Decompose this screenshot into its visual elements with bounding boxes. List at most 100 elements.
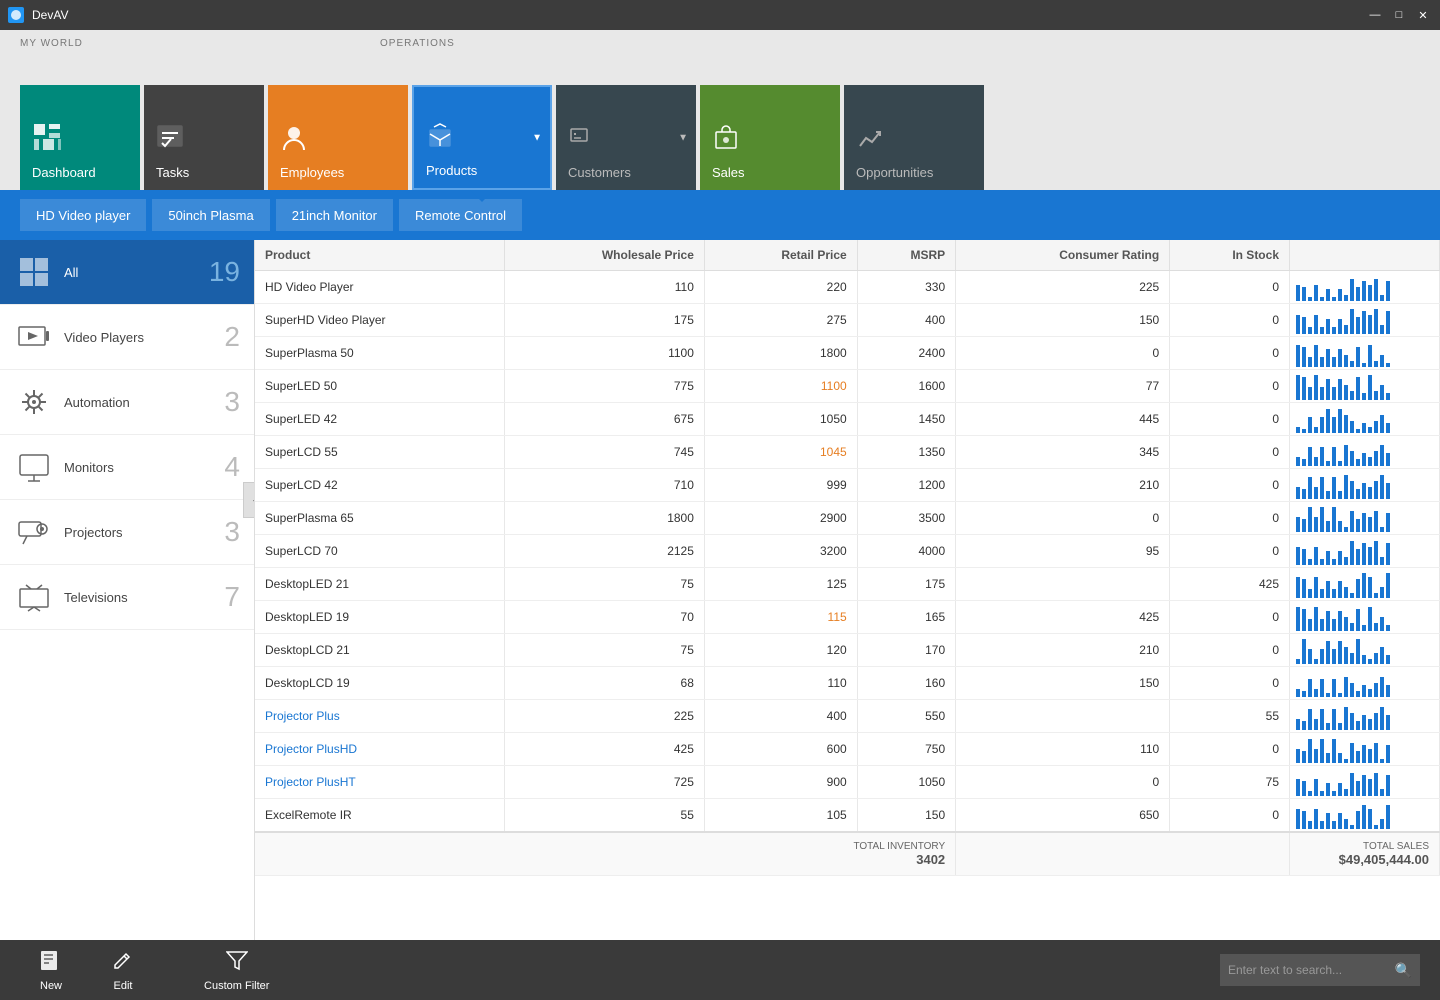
msrp-cell: 150 xyxy=(857,799,955,833)
product-cell: HD Video Player xyxy=(255,271,504,304)
automation-icon xyxy=(16,384,52,420)
sparkline-cell xyxy=(1290,502,1440,535)
sidebar-item-monitors[interactable]: Monitors 4 xyxy=(0,435,254,500)
col-retail[interactable]: Retail Price xyxy=(704,240,857,271)
retail-cell: 1050 xyxy=(704,403,857,436)
sales-label: TOTAL SALES xyxy=(1300,841,1429,852)
instock-cell: 75 xyxy=(1170,766,1290,799)
product-cell[interactable]: Projector PlusHD xyxy=(255,733,504,766)
sub-nav: HD Video player 50inch Plasma 21inch Mon… xyxy=(0,190,1440,240)
col-msrp[interactable]: MSRP xyxy=(857,240,955,271)
table-row: ExcelRemote IR 55 105 150 650 0 xyxy=(255,799,1440,833)
projectors-icon xyxy=(16,514,52,550)
nav-tile-products[interactable]: Products ▼ xyxy=(412,85,552,190)
instock-cell: 0 xyxy=(1170,535,1290,568)
sub-nav-hd-video-player[interactable]: HD Video player xyxy=(20,199,146,231)
msrp-cell: 4000 xyxy=(857,535,955,568)
search-box[interactable]: 🔍 xyxy=(1220,954,1420,986)
msrp-cell: 170 xyxy=(857,634,955,667)
maximize-button[interactable]: □ xyxy=(1390,6,1408,24)
products-dropdown-icon: ▼ xyxy=(532,132,542,143)
instock-cell: 0 xyxy=(1170,799,1290,833)
sidebar-item-televisions[interactable]: Televisions 7 xyxy=(0,565,254,630)
product-cell: ExcelRemote IR xyxy=(255,799,504,833)
minimize-button[interactable]: — xyxy=(1366,6,1384,24)
nav-tile-customers[interactable]: Customers ▼ xyxy=(556,85,696,190)
sparkline-cell xyxy=(1290,601,1440,634)
msrp-cell: 750 xyxy=(857,733,955,766)
nav-tile-sales[interactable]: Sales xyxy=(700,85,840,190)
customers-icon xyxy=(568,124,596,159)
col-rating[interactable]: Consumer Rating xyxy=(956,240,1170,271)
nav-tile-dashboard[interactable]: Dashboard xyxy=(20,85,140,190)
sidebar-item-all[interactable]: All 19 xyxy=(0,240,254,305)
televisions-count: 7 xyxy=(224,581,240,613)
instock-cell: 0 xyxy=(1170,436,1290,469)
col-instock[interactable]: In Stock xyxy=(1170,240,1290,271)
sub-nav-remote-control[interactable]: Remote Control xyxy=(399,199,522,231)
sidebar-collapse-button[interactable]: ‹ xyxy=(243,482,255,518)
wholesale-cell: 75 xyxy=(504,568,704,601)
retail-cell: 3200 xyxy=(704,535,857,568)
col-product[interactable]: Product xyxy=(255,240,504,271)
sparkline-cell xyxy=(1290,337,1440,370)
nav-tile-opportunities[interactable]: Opportunities xyxy=(844,85,984,190)
instock-cell: 0 xyxy=(1170,601,1290,634)
retail-cell: 105 xyxy=(704,799,857,833)
nav-tile-employees[interactable]: Employees xyxy=(268,85,408,190)
wholesale-cell: 110 xyxy=(504,271,704,304)
my-world-label: MY WORLD xyxy=(20,38,83,49)
product-cell[interactable]: Projector PlusHT xyxy=(255,766,504,799)
product-cell: DesktopLCD 21 xyxy=(255,634,504,667)
sparkline-cell xyxy=(1290,766,1440,799)
product-cell[interactable]: Projector Plus xyxy=(255,700,504,733)
nav-tile-tasks[interactable]: Tasks xyxy=(144,85,264,190)
rating-cell: 345 xyxy=(956,436,1170,469)
projectors-count: 3 xyxy=(224,516,240,548)
wholesale-cell: 55 xyxy=(504,799,704,833)
search-input[interactable] xyxy=(1228,963,1389,977)
automation-label: Automation xyxy=(64,395,238,410)
window-controls: — □ ✕ xyxy=(1366,6,1432,24)
product-cell: SuperHD Video Player xyxy=(255,304,504,337)
instock-cell: 0 xyxy=(1170,733,1290,766)
edit-button[interactable]: Edit xyxy=(92,943,154,998)
new-label: New xyxy=(40,980,62,992)
instock-cell: 0 xyxy=(1170,403,1290,436)
table-row: SuperLCD 70 2125 3200 4000 95 0 xyxy=(255,535,1440,568)
rating-cell: 425 xyxy=(956,601,1170,634)
close-button[interactable]: ✕ xyxy=(1414,6,1432,24)
monitors-label: Monitors xyxy=(64,460,238,475)
app-title: DevAV xyxy=(32,8,68,22)
filter-icon xyxy=(226,949,248,977)
automation-count: 3 xyxy=(224,386,240,418)
products-grid: Product Wholesale Price Retail Price MSR… xyxy=(255,240,1440,876)
all-count: 19 xyxy=(209,256,240,288)
custom-filter-button[interactable]: Custom Filter xyxy=(184,943,289,998)
sidebar-item-projectors[interactable]: Projectors 3 xyxy=(0,500,254,565)
product-cell: DesktopLED 19 xyxy=(255,601,504,634)
tasks-icon xyxy=(156,124,184,159)
products-icon xyxy=(426,122,454,157)
new-button[interactable]: New xyxy=(20,943,82,998)
wholesale-cell: 425 xyxy=(504,733,704,766)
rating-cell: 95 xyxy=(956,535,1170,568)
table-row: SuperPlasma 65 1800 2900 3500 0 0 xyxy=(255,502,1440,535)
operations-label: OPERATIONS xyxy=(380,38,455,49)
employees-label: Employees xyxy=(280,165,344,180)
rating-cell xyxy=(956,700,1170,733)
col-wholesale[interactable]: Wholesale Price xyxy=(504,240,704,271)
retail-cell: 1100 xyxy=(704,370,857,403)
sub-nav-50inch-plasma[interactable]: 50inch Plasma xyxy=(152,199,269,231)
msrp-cell: 400 xyxy=(857,304,955,337)
sub-nav-21inch-monitor[interactable]: 21inch Monitor xyxy=(276,199,393,231)
msrp-cell: 2400 xyxy=(857,337,955,370)
wholesale-cell: 70 xyxy=(504,601,704,634)
sidebar-item-video-players[interactable]: Video Players 2 xyxy=(0,305,254,370)
product-cell: SuperLCD 42 xyxy=(255,469,504,502)
retail-cell: 275 xyxy=(704,304,857,337)
products-active-indicator xyxy=(470,190,494,202)
retail-cell: 400 xyxy=(704,700,857,733)
sparkline-cell xyxy=(1290,271,1440,304)
sidebar-item-automation[interactable]: Automation 3 xyxy=(0,370,254,435)
